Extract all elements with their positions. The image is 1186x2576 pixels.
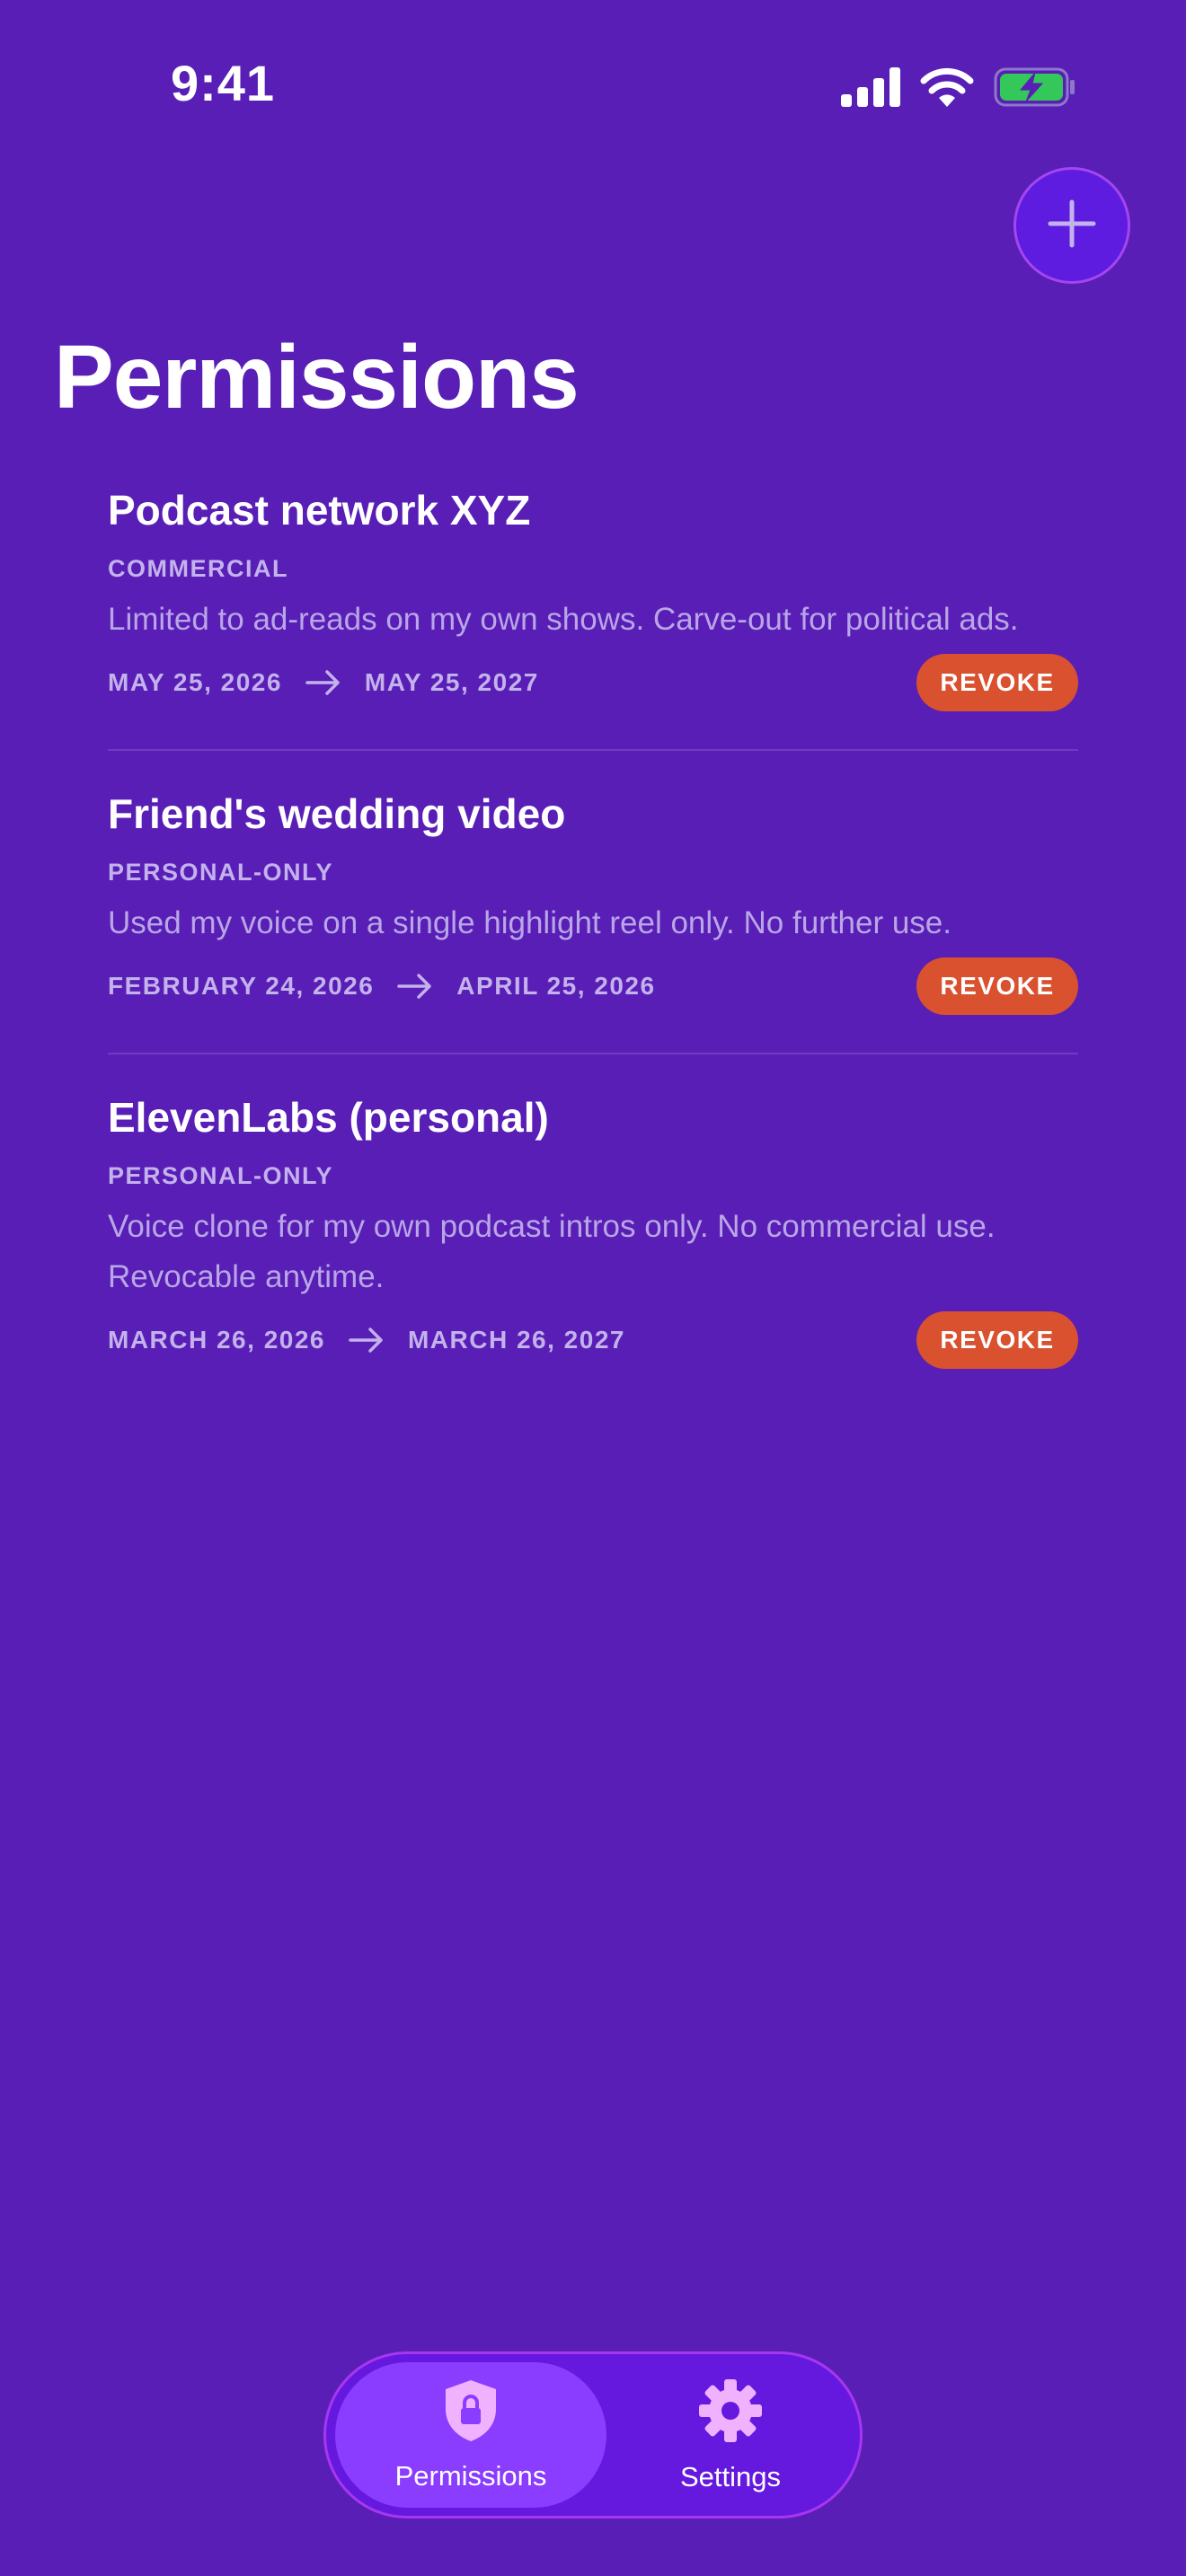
arrow-right-icon [349,1327,385,1354]
start-date: FEBRUARY 24, 2026 [108,972,375,1000]
add-permission-button[interactable] [1013,167,1130,284]
permission-dates: MARCH 26, 2026 MARCH 26, 2027 REVOKE [108,1311,1078,1369]
status-time: 9:41 [170,55,276,111]
permission-description: Limited to ad-reads on my own shows. Car… [108,602,1019,637]
permission-type: COMMERCIAL [108,555,288,582]
page-title: Permissions [54,327,580,428]
permission-dates: MAY 25, 2026 MAY 25, 2027 REVOKE [108,654,1078,711]
plus-icon [1047,198,1097,253]
permission-name: Friend's wedding video [108,790,566,837]
permission-dates: FEBRUARY 24, 2026 APRIL 25, 2026 REVOKE [108,957,1078,1015]
gear-icon [697,2378,764,2448]
end-date: MAY 25, 2027 [364,668,539,696]
end-date: MARCH 26, 2027 [407,1326,625,1354]
permission-item[interactable]: Podcast network XYZ COMMERCIAL Limited t… [108,485,1078,711]
divider [108,749,1078,751]
permission-description: Used my voice on a single highlight reel… [108,905,952,940]
cellular-signal-icon [841,67,900,107]
end-date: APRIL 25, 2026 [456,972,656,1000]
wifi-icon [920,67,974,107]
start-date: MARCH 26, 2026 [108,1326,325,1354]
revoke-button[interactable]: REVOKE [916,1311,1078,1369]
arrow-right-icon [397,973,433,1000]
tab-label: Permissions [394,2459,547,2492]
permission-type: PERSONAL-ONLY [108,859,334,886]
permission-type: PERSONAL-ONLY [108,1162,334,1189]
tab-bar: Permissions Settings [323,2351,863,2519]
permission-name: Podcast network XYZ [108,487,531,534]
start-date: MAY 25, 2026 [108,668,282,696]
status-bar: 9:41 [0,0,1186,171]
permission-item[interactable]: ElevenLabs (personal) PERSONAL-ONLY Voic… [108,1092,1078,1369]
permission-description: Voice clone for my own podcast intros on… [108,1209,996,1294]
permission-item[interactable]: Friend's wedding video PERSONAL-ONLY Use… [108,789,1078,1015]
status-icons [841,63,1076,111]
divider [108,1053,1078,1054]
arrow-right-icon [305,669,341,696]
shield-lock-icon [442,2378,500,2448]
permission-list: Podcast network XYZ COMMERCIAL Limited t… [108,485,1078,1369]
revoke-button[interactable]: REVOKE [916,957,1078,1015]
permission-name: ElevenLabs (personal) [108,1094,549,1141]
tab-permissions[interactable]: Permissions [335,2362,606,2508]
tab-label: Settings [679,2460,781,2492]
tab-settings[interactable]: Settings [612,2362,849,2508]
revoke-button[interactable]: REVOKE [916,654,1078,711]
battery-charging-icon [994,67,1076,107]
